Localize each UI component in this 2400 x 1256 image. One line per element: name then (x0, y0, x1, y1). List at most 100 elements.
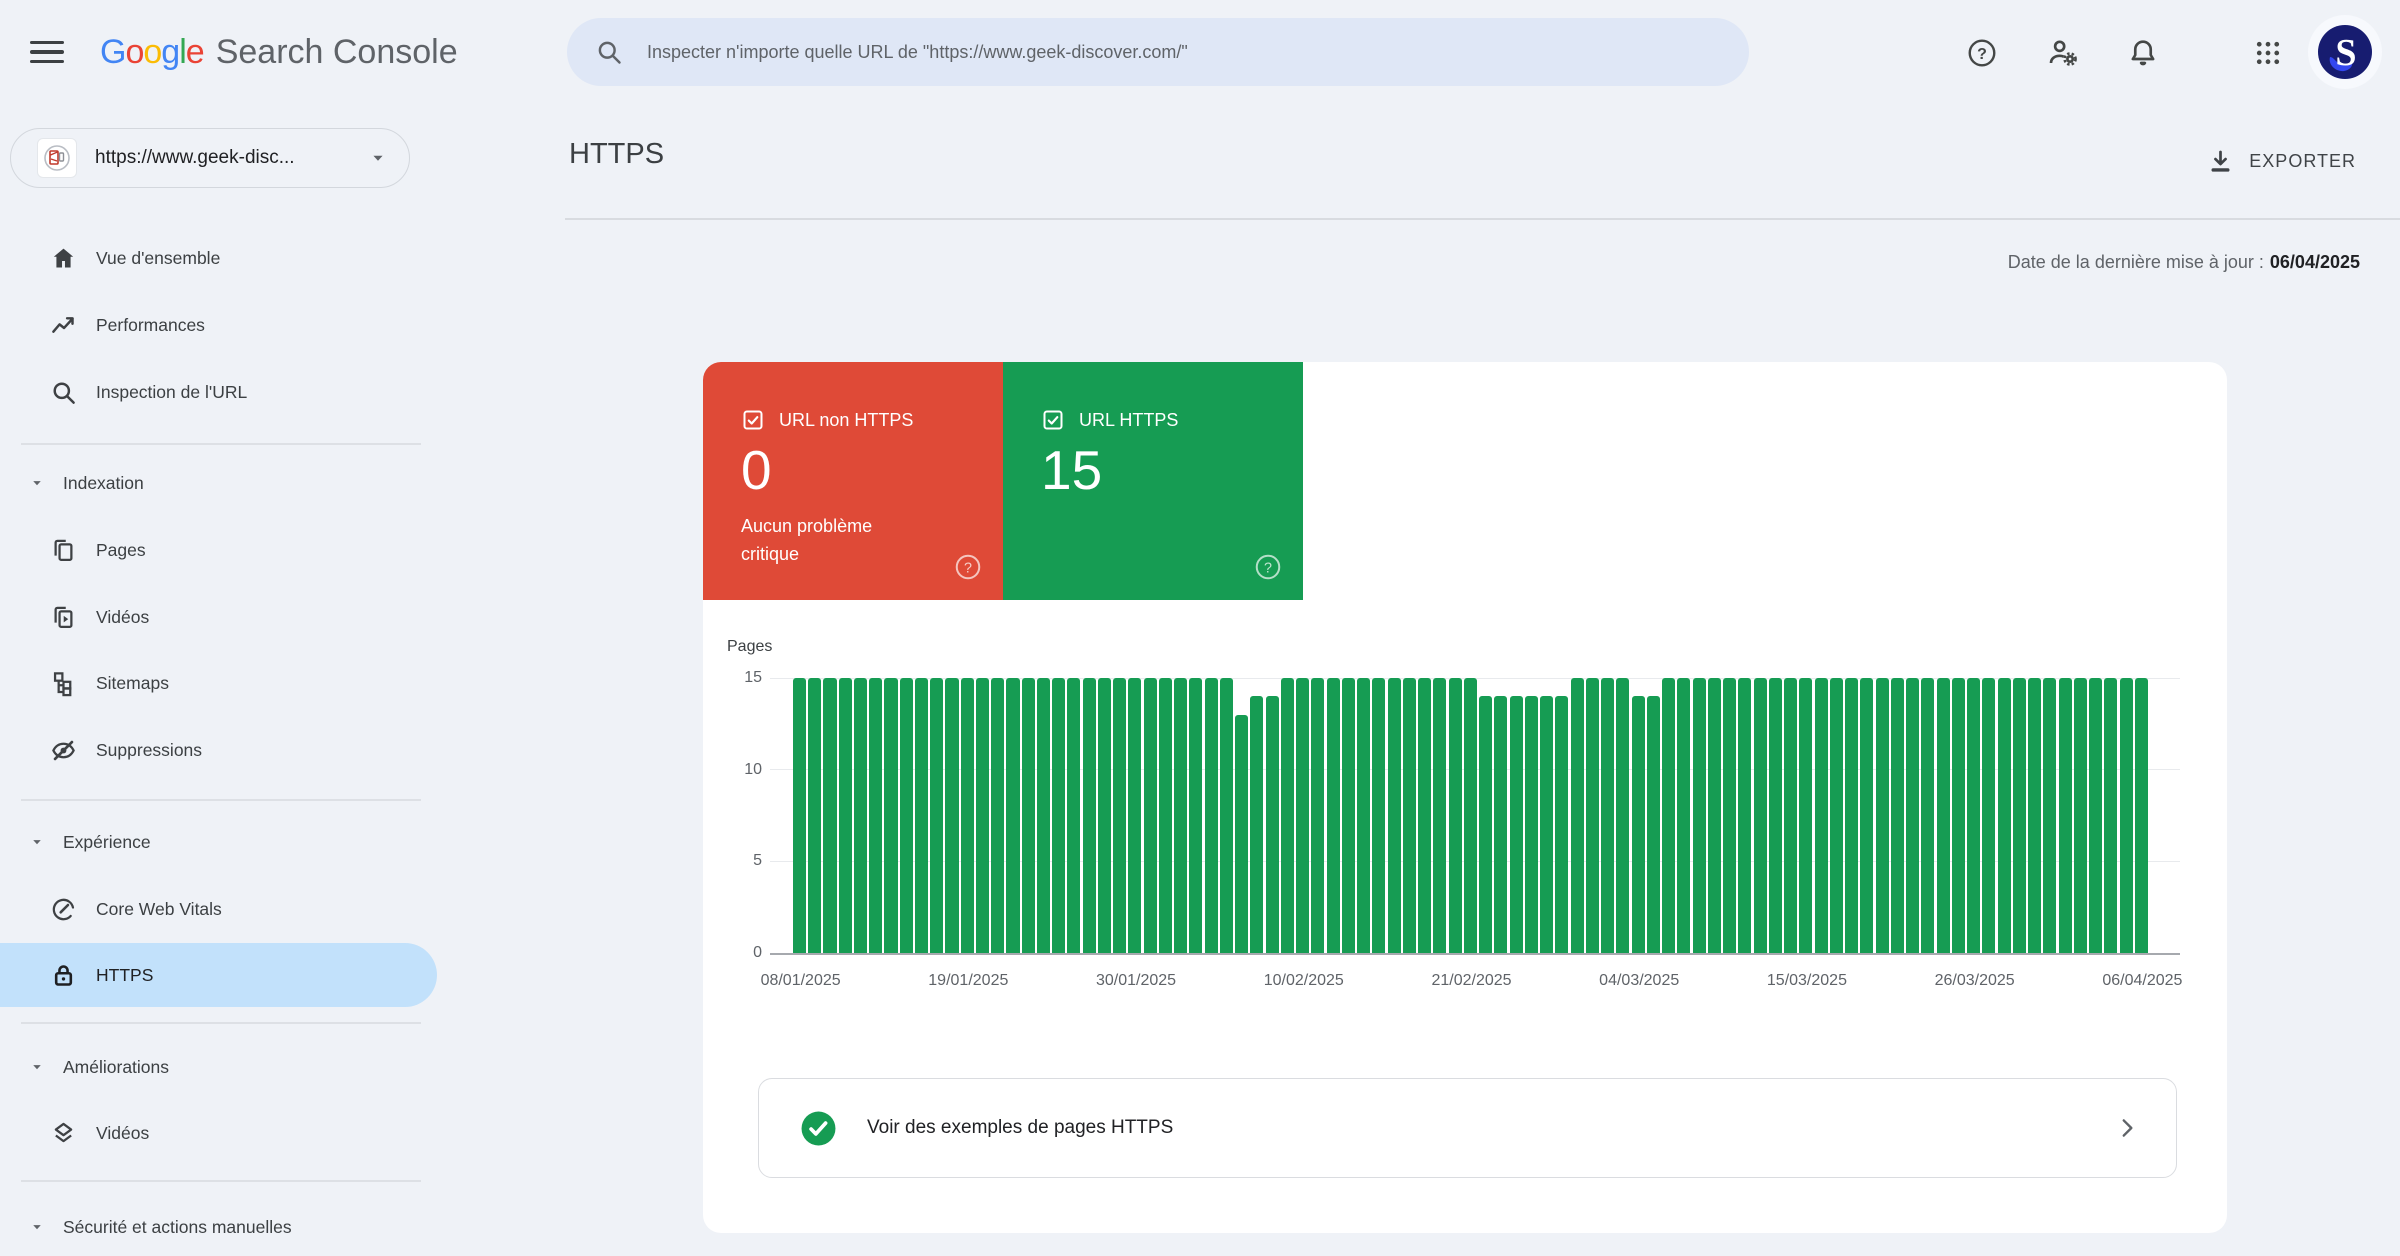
apps-grid-icon[interactable] (2251, 36, 2285, 70)
bar[interactable] (1372, 678, 1386, 953)
sidebar-item-pages[interactable]: Pages (0, 521, 462, 579)
help-icon[interactable]: ? (1965, 36, 1999, 70)
card-non-https[interactable]: URL non HTTPS 0 Aucun problème critique … (703, 362, 1003, 600)
bar[interactable] (2043, 678, 2057, 953)
bar[interactable] (1036, 678, 1050, 953)
bar[interactable] (1326, 678, 1340, 953)
sidebar-item-overview[interactable]: Vue d'ensemble (0, 229, 462, 287)
bar[interactable] (1067, 678, 1081, 953)
bar[interactable] (1570, 678, 1584, 953)
bar[interactable] (1311, 678, 1325, 953)
bar[interactable] (1890, 678, 1904, 953)
bar[interactable] (991, 678, 1005, 953)
bar[interactable] (1921, 678, 1935, 953)
sidebar-item-https[interactable]: HTTPS (0, 943, 437, 1007)
bar[interactable] (1174, 678, 1188, 953)
bar[interactable] (1601, 678, 1615, 953)
bar[interactable] (1768, 678, 1782, 953)
bar[interactable] (2028, 678, 2042, 953)
menu-icon[interactable] (30, 37, 64, 67)
user-settings-icon[interactable] (2046, 36, 2080, 70)
sidebar-item-removals[interactable]: Suppressions (0, 721, 462, 779)
bar[interactable] (1296, 678, 1310, 953)
bar[interactable] (1936, 678, 1950, 953)
bar[interactable] (1433, 678, 1447, 953)
bar[interactable] (899, 678, 913, 953)
bar[interactable] (1128, 678, 1142, 953)
bar[interactable] (1967, 678, 1981, 953)
bar[interactable] (1250, 696, 1264, 953)
bar[interactable] (853, 678, 868, 953)
bar[interactable] (1204, 678, 1218, 953)
card-https[interactable]: URL HTTPS 15 ? (1003, 362, 1303, 600)
bar[interactable] (1662, 678, 1676, 953)
bar[interactable] (823, 678, 837, 953)
bar[interactable] (1113, 678, 1127, 953)
help-icon[interactable]: ? (953, 552, 983, 582)
bar[interactable] (1006, 678, 1020, 953)
sidebar-section-enhancements[interactable]: Améliorations (0, 1042, 462, 1092)
bar[interactable] (1814, 678, 1828, 953)
bar[interactable] (1463, 678, 1477, 953)
bar[interactable] (1616, 678, 1630, 953)
bar[interactable] (2089, 678, 2103, 953)
bar[interactable] (1357, 678, 1371, 953)
bar[interactable] (1875, 678, 1889, 953)
bar[interactable] (884, 678, 898, 953)
bar[interactable] (1265, 696, 1279, 953)
avatar[interactable]: S (2317, 24, 2373, 80)
bar[interactable] (1158, 678, 1172, 953)
search-input[interactable] (645, 40, 1721, 64)
property-selector[interactable]: https://www.geek-disc... (10, 128, 410, 188)
bar[interactable] (1082, 678, 1096, 953)
bar[interactable] (1509, 696, 1523, 953)
bar[interactable] (1829, 678, 1843, 953)
bar[interactable] (1677, 678, 1691, 953)
bar[interactable] (1997, 678, 2011, 953)
bar[interactable] (1189, 678, 1203, 953)
sidebar-section-experience[interactable]: Expérience (0, 817, 462, 867)
bar[interactable] (1860, 678, 1874, 953)
bar[interactable] (1143, 678, 1157, 953)
bar[interactable] (1906, 678, 1920, 953)
bar[interactable] (1341, 678, 1355, 953)
bar[interactable] (1280, 678, 1294, 953)
sidebar-item-url-inspection[interactable]: Inspection de l'URL (0, 363, 462, 421)
notifications-icon[interactable] (2126, 36, 2160, 70)
bar[interactable] (1555, 696, 1569, 953)
bar[interactable] (1235, 714, 1249, 953)
bar[interactable] (2119, 678, 2133, 953)
bar[interactable] (838, 678, 852, 953)
sidebar-section-security[interactable]: Sécurité et actions manuelles (0, 1202, 462, 1252)
bar[interactable] (1707, 678, 1721, 953)
bar[interactable] (930, 678, 944, 953)
app-logo[interactable]: Google Search Console (100, 28, 458, 76)
bar[interactable] (914, 678, 929, 953)
bar[interactable] (1524, 696, 1538, 953)
bar[interactable] (1418, 678, 1432, 953)
bar[interactable] (1097, 678, 1111, 953)
sidebar-item-core-web-vitals[interactable]: Core Web Vitals (0, 880, 462, 938)
bar[interactable] (1646, 696, 1660, 953)
bar[interactable] (869, 678, 883, 953)
bar[interactable] (1692, 678, 1706, 953)
bar[interactable] (1585, 678, 1599, 953)
bar[interactable] (1982, 678, 1996, 953)
bar[interactable] (1052, 678, 1066, 953)
bar[interactable] (1738, 678, 1752, 953)
bar[interactable] (1799, 678, 1813, 953)
sidebar-item-videos[interactable]: Vidéos (0, 588, 462, 646)
sidebar-item-sitemaps[interactable]: Sitemaps (0, 654, 462, 712)
bar[interactable] (1219, 678, 1233, 953)
view-examples-row[interactable]: Voir des exemples de pages HTTPS (758, 1078, 2177, 1178)
bar[interactable] (1723, 678, 1737, 953)
bar[interactable] (793, 678, 807, 953)
sidebar-item-enhancement-videos[interactable]: Vidéos (0, 1104, 462, 1162)
export-button[interactable]: EXPORTER (2207, 136, 2356, 186)
bar[interactable] (960, 678, 974, 953)
bar[interactable] (1021, 678, 1035, 953)
bar[interactable] (945, 678, 959, 953)
sidebar-section-indexation[interactable]: Indexation (0, 458, 462, 508)
bar[interactable] (975, 678, 989, 953)
bar[interactable] (1540, 696, 1554, 953)
